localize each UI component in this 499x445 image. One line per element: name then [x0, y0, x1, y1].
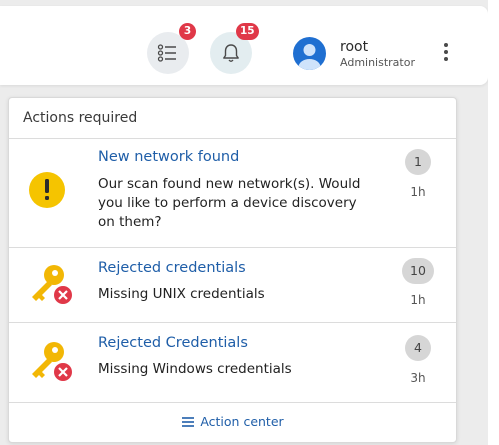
warning-icon	[27, 170, 67, 214]
tasks-badge: 3	[179, 23, 196, 40]
action-item[interactable]: New network found Our scan found new net…	[9, 139, 456, 248]
bell-icon	[223, 44, 239, 62]
right-edge	[488, 0, 499, 445]
menu-lines-icon	[182, 417, 195, 427]
more-menu-icon[interactable]	[437, 43, 455, 65]
action-count-badge: 10	[402, 258, 434, 284]
action-item[interactable]: Rejected credentials Missing UNIX creden…	[9, 248, 456, 323]
action-time: 3h	[410, 371, 426, 385]
actions-required-panel: Actions required New network found Our s…	[8, 97, 457, 443]
user-name[interactable]: root	[340, 39, 368, 55]
action-description: Missing Windows credentials	[98, 361, 292, 377]
action-title[interactable]: Rejected Credentials	[98, 335, 248, 351]
top-bar: 3 15 root Administrator	[0, 6, 488, 85]
action-count-badge: 4	[405, 335, 431, 361]
tasks-button[interactable]: 3	[147, 23, 196, 74]
user-icon	[298, 44, 321, 70]
user-role: Administrator	[340, 56, 415, 69]
action-time: 1h	[410, 185, 426, 199]
notifications-button[interactable]: 15	[210, 23, 259, 74]
panel-title: Actions required	[9, 98, 456, 139]
rejected-key-icon	[27, 262, 77, 312]
action-description: Missing UNIX credentials	[98, 286, 265, 302]
action-center-label: Action center	[200, 414, 284, 429]
action-count-badge: 1	[405, 149, 431, 175]
action-item[interactable]: Rejected Credentials Missing Windows cre…	[9, 323, 456, 403]
action-time: 1h	[410, 293, 426, 307]
action-title[interactable]: Rejected credentials	[98, 260, 246, 276]
task-list-icon	[157, 44, 176, 62]
rejected-key-icon	[27, 339, 77, 389]
action-description: Our scan found new network(s). Would you…	[98, 176, 361, 230]
avatar[interactable]	[293, 37, 326, 70]
action-title[interactable]: New network found	[98, 149, 239, 165]
action-center-link[interactable]: Action center	[9, 404, 456, 442]
notifications-badge: 15	[236, 23, 259, 40]
